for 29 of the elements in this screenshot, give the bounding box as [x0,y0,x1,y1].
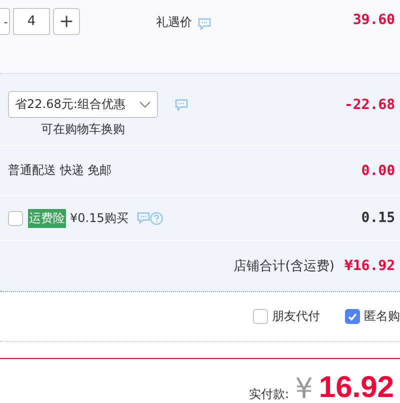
decrease-button[interactable]: - [0,8,10,35]
option-label: 匿名购 [364,308,400,325]
chevron-down-icon [139,101,151,108]
insurance-amount: 0.15 [361,210,395,226]
store-total-label: 店铺合计(含运费) [233,258,334,275]
promotion-note: 可在购物车换购 [41,121,125,138]
option-checkbox[interactable]: 朋友代付 [253,308,320,325]
discount-amount: -22.68 [344,96,395,112]
payment-amount: 16.92 [318,373,394,403]
item-price: 39.60 [352,12,395,28]
insurance-tag: 运费险 [28,208,66,228]
price-label: 礼遇价 [156,14,192,31]
insurance-label: ¥0.15购买 [70,210,128,226]
increase-button[interactable]: + [53,8,80,35]
insurance-checkbox[interactable] [8,210,23,226]
promotion-select[interactable]: 省22.68元:组合优惠 [8,91,158,118]
delivery-label: 普通配送 快递 免邮 [8,162,112,179]
payment-label: 实付款: [249,386,290,403]
delivery-amount: 0.00 [361,162,395,178]
check-icon [348,312,357,320]
option-checkbox[interactable]: 匿名购 [345,308,400,325]
quantity-field[interactable]: 4 [13,8,50,35]
comment-icon[interactable] [175,98,188,110]
currency-symbol: ¥ [295,375,313,403]
option-label: 朋友代付 [272,308,320,325]
comment-icon[interactable] [198,18,211,30]
comment-icon[interactable] [137,212,150,224]
help-icon[interactable] [150,212,164,224]
store-total-amount: ¥16.92 [344,258,395,274]
